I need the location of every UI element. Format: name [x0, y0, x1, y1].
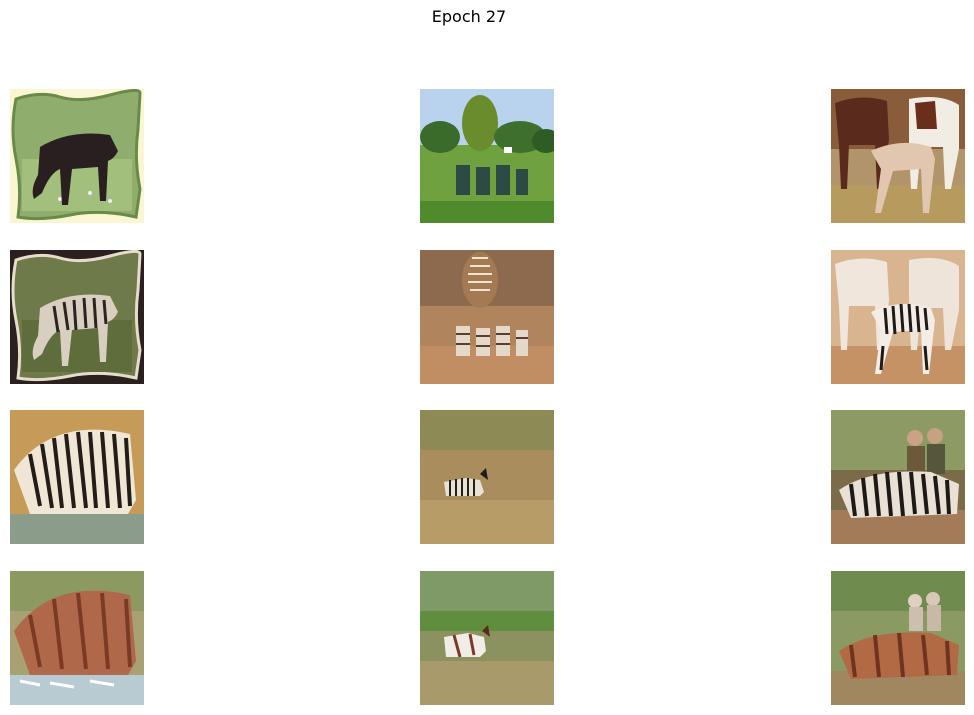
image-panel-hunters-zebra	[831, 410, 965, 544]
garden-chairs-image	[420, 89, 554, 223]
image-panel-horse-textured-zebras	[10, 571, 144, 705]
horse-textured-zebras-image	[10, 571, 144, 705]
horses-foal-image	[831, 89, 965, 223]
zebra-garden-image	[420, 250, 554, 384]
image-panel-zebra-garden	[420, 250, 554, 384]
image-panel-garden-chairs	[420, 89, 554, 223]
zebra-foal-image	[831, 250, 965, 384]
image-panel-horse-textured-downed	[831, 571, 965, 705]
image-panel-zebra-grazing	[10, 250, 144, 384]
horse-grazing-image	[10, 89, 144, 223]
zebra-tall-grass-image	[420, 410, 554, 544]
figure-title: Epoch 27	[431, 7, 507, 26]
image-panel-zebras-drinking	[10, 410, 144, 544]
zebra-grazing-image	[10, 250, 144, 384]
horse-textured-grass-image	[420, 571, 554, 705]
image-panel-dark-horse-grazing	[10, 89, 144, 223]
image-panel-zebra-foal	[831, 250, 965, 384]
zebras-drinking-image	[10, 410, 144, 544]
hunters-zebra-image	[831, 410, 965, 544]
image-grid	[10, 89, 965, 705]
image-panel-horses-with-foal	[831, 89, 965, 223]
image-panel-zebra-tall-grass	[420, 410, 554, 544]
image-panel-horse-textured-grass	[420, 571, 554, 705]
horse-textured-downed-image	[831, 571, 965, 705]
